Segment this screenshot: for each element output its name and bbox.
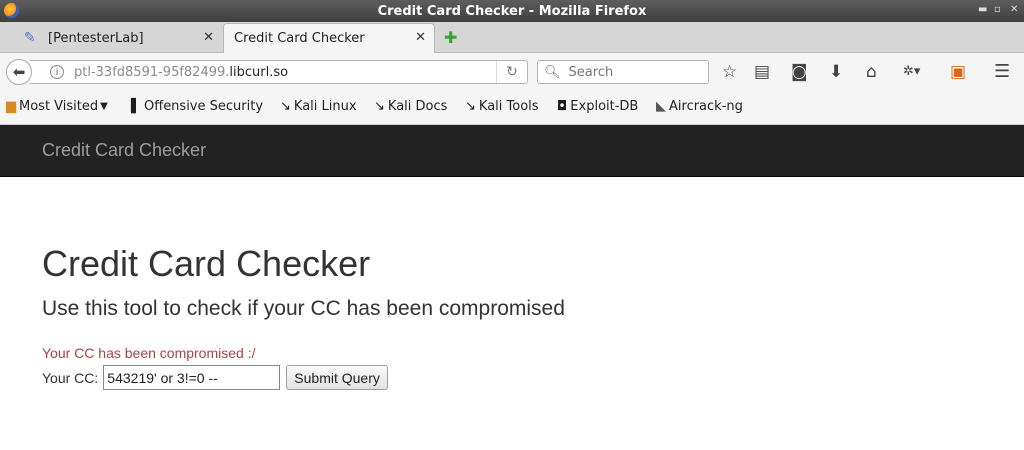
chevron-down-icon: ▼: [100, 101, 108, 112]
page-title: Credit Card Checker: [42, 243, 371, 284]
bookmark-label: Most Visited: [19, 99, 99, 114]
tab-credit-card-checker[interactable]: Credit Card Checker ✕: [223, 23, 435, 53]
tab-close-icon[interactable]: ✕: [203, 30, 214, 45]
bookmark-label: Kali Linux: [293, 99, 357, 114]
download-icon[interactable]: ⬇: [829, 62, 843, 82]
extension-icon[interactable]: ✲▾: [903, 62, 920, 82]
bookmark-kali-linux[interactable]: ↘ Kali Linux: [280, 99, 357, 114]
bookmarks-toolbar: ▆ Most Visited ▼ ▌ Offensive Security ↘ …: [0, 91, 1024, 125]
search-input[interactable]: [566, 63, 701, 81]
bookmark-kali-docs[interactable]: ↘ Kali Docs: [374, 99, 447, 114]
kali-dragon-icon: ↘: [374, 99, 385, 114]
tag-icon: ✎: [24, 30, 36, 46]
bookmark-offensive-security[interactable]: ▌ Offensive Security: [131, 99, 263, 114]
bookmark-label: Kali Tools: [478, 99, 539, 114]
page-navbar: Credit Card Checker: [0, 125, 1024, 177]
folder-icon: ▆: [6, 99, 16, 114]
info-icon[interactable]: i: [50, 65, 64, 79]
new-tab-plus-icon[interactable]: ✚: [444, 28, 457, 47]
page-subtitle: Use this tool to check if your CC has be…: [42, 297, 565, 320]
submit-query-button[interactable]: Submit Query: [286, 365, 388, 390]
bookmark-aircrack-ng[interactable]: ◣ Aircrack-ng: [656, 99, 743, 114]
url-text[interactable]: ptl-33fd8591-95f82499.libcurl.so: [74, 65, 288, 80]
offsec-icon: ▌: [131, 99, 141, 114]
bookmark-star-icon[interactable]: ☆: [722, 62, 737, 82]
bookmark-exploit-db[interactable]: ◘ Exploit-DB: [557, 99, 638, 114]
bookmark-kali-tools[interactable]: ↘ Kali Tools: [465, 99, 539, 114]
pocket-icon[interactable]: ◙: [791, 62, 808, 82]
tab-label: [PentesterLab]: [48, 30, 144, 46]
exploitdb-icon: ◘: [557, 99, 568, 114]
window-close-button[interactable]: ✕: [1010, 4, 1018, 15]
navbar-brand-link[interactable]: Credit Card Checker: [42, 140, 206, 161]
window-maximize-button[interactable]: ▫: [994, 4, 1001, 15]
aircrack-icon: ◣: [656, 99, 666, 114]
tab-strip: ✎ [PentesterLab] ✕ Credit Card Checker ✕: [0, 22, 1024, 53]
search-icon: 🔍︎: [544, 64, 561, 80]
bookmark-label: Offensive Security: [144, 99, 264, 114]
navigation-toolbar: i ptl-33fd8591-95f82499.libcurl.so ↻ ⬅ 🔍…: [0, 53, 1024, 91]
cc-input[interactable]: [103, 365, 281, 390]
reading-list-icon[interactable]: ▤: [754, 62, 770, 82]
home-icon[interactable]: ⌂: [866, 62, 877, 82]
search-box[interactable]: 🔍︎: [537, 60, 709, 84]
reload-icon[interactable]: ↻: [496, 61, 527, 83]
cc-input-label: Your CC:: [42, 369, 99, 386]
compromised-alert-message: Your CC has been compromised :/: [42, 345, 256, 361]
window-minimize-button[interactable]: ▬: [978, 4, 987, 15]
tab-label: Credit Card Checker: [234, 31, 365, 46]
tab-close-icon[interactable]: ✕: [415, 30, 426, 45]
tab-pentesterlab[interactable]: ✎ [PentesterLab] ✕: [0, 24, 222, 52]
bookmark-most-visited[interactable]: ▆ Most Visited ▼: [6, 99, 108, 114]
bookmark-label: Exploit-DB: [570, 99, 639, 114]
addon-icon[interactable]: ▣: [950, 62, 966, 82]
bookmark-label: Aircrack-ng: [669, 99, 743, 114]
cc-check-form: Your CC: Submit Query: [42, 365, 388, 390]
back-arrow-icon: ⬅: [12, 63, 26, 81]
back-arrow-button[interactable]: ⬅: [6, 59, 32, 85]
window-title: Credit Card Checker - Mozilla Firefox: [377, 3, 647, 19]
window-title-bar: Credit Card Checker - Mozilla Firefox ▬ …: [0, 0, 1024, 22]
bookmark-label: Kali Docs: [387, 99, 448, 114]
kali-dragon-icon: ↘: [465, 99, 476, 114]
hamburger-menu-icon[interactable]: ☰: [994, 62, 1010, 82]
url-bar[interactable]: i ptl-33fd8591-95f82499.libcurl.so ↻: [30, 60, 528, 84]
firefox-logo-icon: [4, 3, 19, 18]
kali-dragon-icon: ↘: [280, 99, 291, 114]
